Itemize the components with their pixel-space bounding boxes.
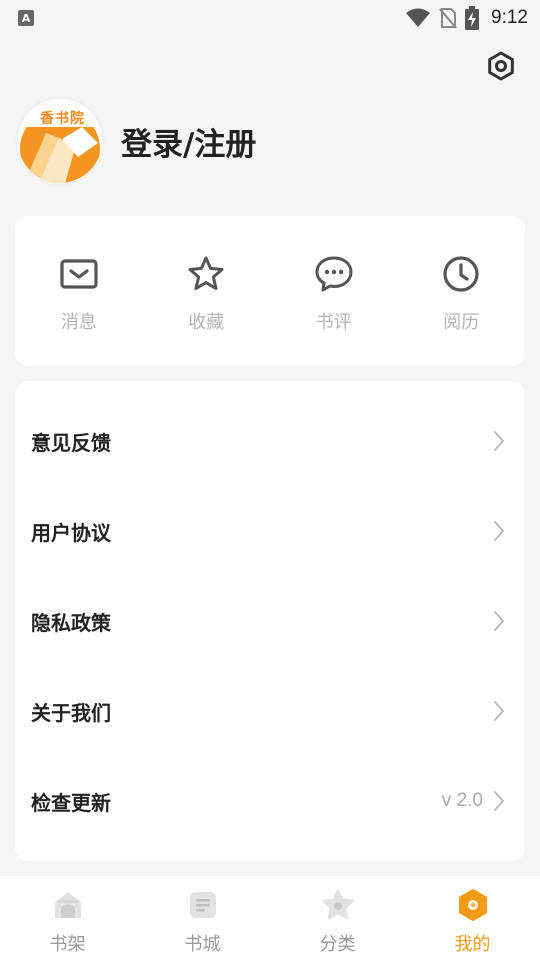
profile-hexagon-icon (458, 889, 487, 921)
menu-item-user-agreement[interactable]: 用户协议 (15, 486, 525, 576)
clock-time: 9:12 (491, 7, 528, 28)
no-sim-icon (439, 8, 457, 29)
settings-button[interactable] (483, 48, 519, 84)
nav-tab-label: 我的 (454, 934, 491, 955)
settings-hexagon-icon (488, 51, 514, 81)
chevron-right-icon (494, 611, 504, 631)
chevron-right-icon (494, 431, 504, 451)
status-bar: A 9:12 (0, 0, 540, 36)
nav-tab-category[interactable]: 分类 (270, 876, 405, 960)
quick-action-history[interactable]: 阅历 (398, 216, 526, 366)
quick-action-messages[interactable]: 消息 (15, 216, 143, 366)
bookshelf-icon (54, 892, 81, 918)
quick-action-label: 收藏 (188, 312, 225, 333)
menu-item-label: 意见反馈 (31, 430, 111, 455)
avatar-logo-text: 香书院 (40, 111, 85, 127)
category-icon (321, 889, 354, 920)
bookstore-icon (189, 892, 216, 918)
quick-action-label: 阅历 (443, 312, 480, 333)
text-icon: A (18, 10, 34, 26)
chevron-right-icon (494, 791, 504, 811)
version-text: v 2.0 (441, 790, 483, 811)
quick-action-label: 消息 (60, 312, 97, 333)
clock-icon (443, 256, 479, 292)
quick-actions-card: 消息 收藏 书评 阅历 (15, 216, 525, 366)
message-envelope-icon (60, 259, 98, 289)
settings-menu-card: 意见反馈 用户协议 隐私政策 关于我们 检查更新 v 2.0 (15, 381, 525, 861)
avatar[interactable]: 香书院 (15, 96, 105, 186)
menu-item-check-update[interactable]: 检查更新 v 2.0 (15, 756, 525, 846)
menu-item-feedback[interactable]: 意见反馈 (15, 396, 525, 486)
menu-item-label: 检查更新 (31, 790, 111, 815)
quick-action-label: 书评 (315, 312, 352, 333)
menu-item-about-us[interactable]: 关于我们 (15, 666, 525, 756)
nav-tab-label: 书城 (184, 934, 221, 955)
chevron-right-icon (494, 521, 504, 541)
menu-item-privacy-policy[interactable]: 隐私政策 (15, 576, 525, 666)
nav-tab-bookshelf[interactable]: 书架 (0, 876, 135, 960)
profile-header: 香书院 登录/注册 (15, 96, 256, 186)
battery-charging-icon (465, 6, 480, 30)
menu-item-label: 关于我们 (31, 700, 111, 725)
nav-tab-label: 书架 (49, 934, 86, 955)
quick-action-reviews[interactable]: 书评 (270, 216, 398, 366)
chevron-right-icon (494, 701, 504, 721)
login-register-link[interactable]: 登录/注册 (121, 119, 256, 164)
nav-tab-bookstore[interactable]: 书城 (135, 876, 270, 960)
nav-tab-label: 分类 (319, 934, 356, 955)
menu-item-label: 隐私政策 (31, 610, 111, 635)
quick-action-favorites[interactable]: 收藏 (143, 216, 271, 366)
menu-item-label: 用户协议 (31, 520, 111, 545)
comment-bubble-icon (315, 256, 353, 292)
wifi-icon (406, 8, 431, 27)
star-icon (188, 256, 224, 290)
bottom-navigation: 书架 书城 分类 我的 (0, 876, 540, 960)
nav-tab-mine[interactable]: 我的 (405, 876, 540, 960)
